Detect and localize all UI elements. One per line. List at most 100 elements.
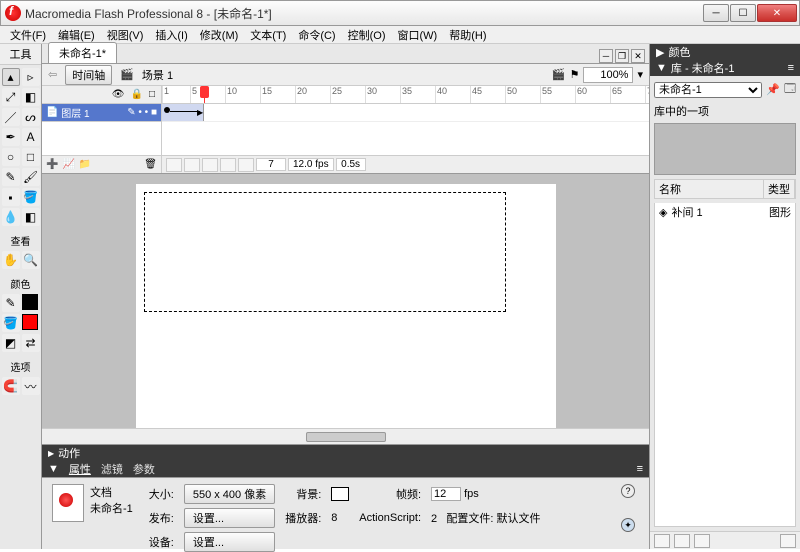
playhead[interactable] <box>204 86 205 103</box>
pen-tool-icon[interactable]: ✒ <box>2 128 20 146</box>
oval-tool-icon[interactable]: ○ <box>2 148 20 166</box>
stroke-color-swatch[interactable] <box>22 294 38 310</box>
edit-scene-icon[interactable]: 🎬 <box>552 68 566 81</box>
subselection-tool-icon[interactable]: ▹ <box>22 68 40 86</box>
zoom-dropdown-icon[interactable]: ▾ <box>637 68 643 81</box>
info-icon[interactable]: ✦ <box>621 518 635 532</box>
document-icon <box>52 484 84 522</box>
library-item-row[interactable]: ◈ 补间 1 图形 <box>655 203 795 221</box>
close-button[interactable]: ✕ <box>757 4 797 22</box>
delete-item-icon[interactable] <box>780 534 796 548</box>
color-panel-header[interactable]: ▶ 颜色 <box>650 44 800 60</box>
panel-menu-icon[interactable]: ≡ <box>637 463 643 475</box>
onion-skin-icon[interactable] <box>184 158 200 172</box>
doc-restore-button[interactable]: ❐ <box>615 49 629 63</box>
insert-motion-guide-icon[interactable]: 📈 <box>62 159 74 170</box>
lock-icon[interactable]: 🔒 <box>131 89 143 100</box>
doc-minimize-button[interactable]: ─ <box>599 49 613 63</box>
eyedropper-tool-icon[interactable]: 💧 <box>2 208 20 226</box>
device-settings-button[interactable]: 设置... <box>184 532 275 552</box>
library-doc-select[interactable]: 未命名-1 <box>654 82 762 98</box>
paint-bucket-tool-icon[interactable]: 🪣 <box>22 188 40 206</box>
snap-option-icon[interactable]: 🧲 <box>2 377 20 395</box>
profile-value: 默认文件 <box>496 513 540 525</box>
eraser-tool-icon[interactable]: ◧ <box>22 208 40 226</box>
selection-tool-icon[interactable]: ▴ <box>2 68 20 86</box>
keyframe-start[interactable] <box>164 107 170 113</box>
zoom-tool-icon[interactable]: 🔍 <box>22 251 40 269</box>
show-hide-icon[interactable]: 👁 <box>112 89 125 100</box>
back-arrow-icon[interactable]: ⇦ <box>48 68 57 81</box>
layer-row[interactable]: 📄 图层 1 ✎ • • ■ <box>42 104 161 122</box>
line-tool-icon[interactable]: ／ <box>2 108 20 126</box>
col-type[interactable]: 类型 <box>764 180 795 198</box>
gradient-tool-icon[interactable]: ◧ <box>22 88 40 106</box>
library-list[interactable]: ◈ 补间 1 图形 <box>654 203 796 527</box>
stage-area[interactable] <box>42 174 649 444</box>
new-symbol-icon[interactable] <box>654 534 670 548</box>
edit-multiple-icon[interactable] <box>220 158 236 172</box>
black-white-icon[interactable]: ◩ <box>2 334 20 352</box>
properties-panel-header[interactable]: ▼ 属性 滤镜 参数 ≡ <box>42 461 649 477</box>
delete-layer-icon[interactable]: 🗑 <box>144 159 157 170</box>
pencil-tool-icon[interactable]: ✎ <box>2 168 20 186</box>
fill-color-swatch[interactable] <box>22 314 38 330</box>
options-section-label: 选项 <box>0 359 41 374</box>
menu-control[interactable]: 控制(O) <box>342 25 392 45</box>
modify-onion-icon[interactable] <box>238 158 254 172</box>
help-icon[interactable]: ? <box>621 484 635 498</box>
filters-tab[interactable]: 滤镜 <box>101 461 123 477</box>
menu-file[interactable]: 文件(F) <box>4 25 52 45</box>
menu-commands[interactable]: 命令(C) <box>292 25 341 45</box>
maximize-button[interactable]: ☐ <box>730 4 756 22</box>
minimize-button[interactable]: ─ <box>703 4 729 22</box>
library-panel-header[interactable]: ▼ 库 - 未命名-1 ≡ <box>650 60 800 76</box>
bg-color-swatch[interactable] <box>331 487 349 501</box>
menu-modify[interactable]: 修改(M) <box>194 25 245 45</box>
selection-rectangle[interactable] <box>144 192 506 312</box>
swap-colors-icon[interactable]: ⇄ <box>22 334 40 352</box>
size-button[interactable]: 550 x 400 像素 <box>184 484 275 504</box>
insert-layer-icon[interactable]: ➕ <box>46 159 58 170</box>
zoom-input[interactable]: 100% <box>583 67 633 83</box>
onion-outline-icon[interactable] <box>202 158 218 172</box>
horizontal-scrollbar[interactable] <box>42 428 649 444</box>
text-tool-icon[interactable]: A <box>22 128 40 146</box>
properties-icon[interactable] <box>694 534 710 548</box>
actions-panel-header[interactable]: ▶ 动作 <box>42 445 649 461</box>
edit-symbol-icon[interactable]: ⚑ <box>570 68 580 81</box>
scene-label[interactable]: 场景 1 <box>142 67 173 83</box>
hand-tool-icon[interactable]: ✋ <box>2 251 20 269</box>
free-transform-tool-icon[interactable]: ⤢ <box>2 88 20 106</box>
stroke-color-icon[interactable]: ✎ <box>2 294 20 312</box>
pin-icon[interactable]: 📌 <box>766 83 780 96</box>
document-tab[interactable]: 未命名-1* <box>48 42 117 63</box>
insert-folder-icon[interactable]: 📁 <box>79 159 91 170</box>
fill-color-icon[interactable]: 🪣 <box>2 314 20 332</box>
ink-bottle-tool-icon[interactable]: 🞍 <box>2 188 20 206</box>
timeline-toggle-button[interactable]: 时间轴 <box>65 65 112 85</box>
rectangle-tool-icon[interactable]: □ <box>22 148 40 166</box>
fps-input[interactable] <box>431 487 461 501</box>
params-tab[interactable]: 参数 <box>133 461 155 477</box>
menu-insert[interactable]: 插入(I) <box>149 25 193 45</box>
new-lib-icon[interactable]: 🗔 <box>784 80 796 99</box>
doc-close-button[interactable]: ✕ <box>631 49 645 63</box>
lasso-tool-icon[interactable]: ᔕ <box>22 108 40 126</box>
publish-settings-button[interactable]: 设置... <box>184 508 275 528</box>
properties-tab[interactable]: 属性 <box>69 461 91 477</box>
panel-menu-icon[interactable]: ≡ <box>788 62 794 74</box>
outline-icon[interactable]: □ <box>149 89 155 100</box>
center-frame-icon[interactable] <box>166 158 182 172</box>
new-folder-icon[interactable] <box>674 534 690 548</box>
stage[interactable] <box>136 184 556 444</box>
timeline-track[interactable]: ▶ <box>162 104 649 122</box>
col-name[interactable]: 名称 <box>655 180 764 198</box>
timeline-ruler[interactable]: 15101520253035404550556065707580 <box>162 86 649 104</box>
menu-text[interactable]: 文本(T) <box>244 25 292 45</box>
menu-help[interactable]: 帮助(H) <box>443 25 492 45</box>
timeline-layers: 👁 🔒 □ 📄 图层 1 ✎ • • ■ ➕ 📈 📁 🗑 <box>42 86 162 173</box>
smooth-option-icon[interactable]: 〰 <box>22 377 40 395</box>
menu-window[interactable]: 窗口(W) <box>392 25 444 45</box>
brush-tool-icon[interactable]: 🖌 <box>22 168 40 186</box>
